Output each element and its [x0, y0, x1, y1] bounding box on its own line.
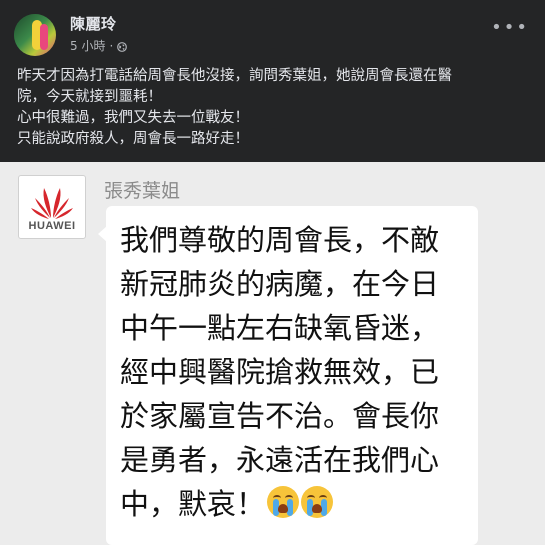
- message-line: 於家屬宣告不治。會長你: [120, 399, 440, 433]
- post-text-line: 院，今天就接到噩耗！: [17, 89, 162, 105]
- meta-separator: ·: [109, 38, 114, 53]
- post-text-line: 昨天才因為打電話給周會長他沒接，詢問秀葉姐，她說周會長還在醫: [17, 68, 452, 84]
- avatar-figure-accent: [40, 24, 48, 50]
- post-time[interactable]: 5 小時: [70, 37, 105, 54]
- post-meta: 5 小時 ·: [70, 37, 128, 54]
- message-line: 是勇者，永遠活在我們心: [120, 443, 440, 477]
- author-avatar[interactable]: [14, 14, 56, 56]
- huawei-petals-icon: [31, 188, 73, 219]
- crying-face-icon: [301, 486, 334, 518]
- message-line: 我們尊敬的周會長，不敵: [120, 223, 440, 257]
- message-line: 中，默哀！: [120, 487, 266, 521]
- huawei-logo: HUAWEI: [18, 175, 86, 239]
- message-line: 中午一點左右缺氧昏迷，: [120, 311, 440, 345]
- crying-face-icon: [267, 486, 300, 518]
- globe-icon[interactable]: [117, 41, 128, 52]
- post-text-line: 心中很難過，我們又失去一位戰友！: [17, 110, 249, 126]
- message-text: 我們尊敬的周會長，不敵 新冠肺炎的病魔，在今日 中午一點左右缺氧昏迷， 經中興醫…: [120, 218, 470, 526]
- facebook-post: 陳麗玲 5 小時 · ••• 昨天才因為打電話給周會長他沒接，詢問秀葉姐，她說周…: [0, 0, 545, 545]
- author-name[interactable]: 陳麗玲: [70, 13, 117, 34]
- post-text: 昨天才因為打電話給周會長他沒接，詢問秀葉姐，她說周會長還在醫 院，今天就接到噩耗…: [17, 66, 533, 150]
- sender-name: 張秀葉姐: [104, 180, 181, 202]
- post-header: 陳麗玲 5 小時 · •••: [0, 0, 545, 62]
- post-text-line: 只能說政府殺人，周會長一路好走！: [17, 131, 249, 147]
- huawei-wordmark: HUAWEI: [28, 220, 76, 232]
- message-line: 新冠肺炎的病魔，在今日: [120, 267, 440, 301]
- message-line: 經中興醫院搶救無效，已: [120, 355, 440, 389]
- more-options-icon[interactable]: •••: [491, 19, 529, 37]
- message-last-line: 中，默哀！: [120, 482, 470, 526]
